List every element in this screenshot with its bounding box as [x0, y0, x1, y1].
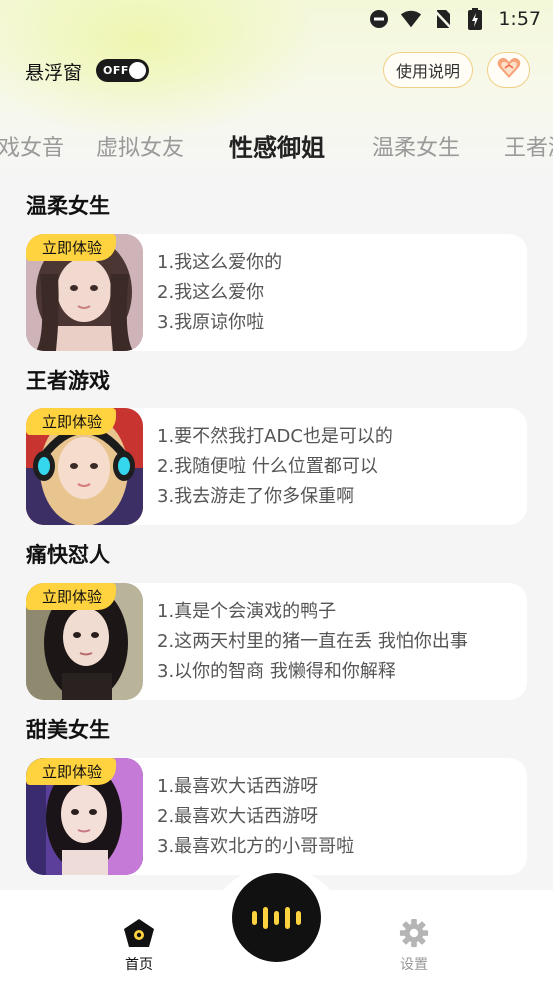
nav-home-label: 首页: [125, 957, 153, 973]
phrase-item[interactable]: 1.最喜欢大话西游呀: [157, 772, 354, 802]
phrase-item[interactable]: 1.真是个会演戏的鸭子: [157, 597, 468, 627]
section-title: 痛快怼人: [26, 543, 110, 567]
phrase-item[interactable]: 2.我这么爱你: [157, 278, 282, 308]
no-sim-icon: [432, 8, 454, 30]
phrase-item[interactable]: 1.我这么爱你的: [157, 248, 282, 278]
phrase-item[interactable]: 2.我随便啦 什么位置都可以: [157, 452, 393, 482]
section-title: 王者游戏: [26, 369, 110, 393]
gear-icon: [398, 918, 430, 952]
voice-pack-card[interactable]: 立即体验 1.我这么爱你的 2.我这么爱你 3.我原谅你啦: [26, 234, 527, 351]
help-button[interactable]: 使用说明: [383, 52, 473, 88]
phrase-item[interactable]: 3.我原谅你啦: [157, 308, 282, 338]
try-now-badge[interactable]: 立即体验: [26, 408, 117, 435]
phrase-item[interactable]: 3.最喜欢北方的小哥哥啦: [157, 832, 354, 862]
tab-gentle-girl[interactable]: 温柔女生: [372, 130, 460, 162]
home-icon: [123, 919, 155, 952]
phrase-list: 1.最喜欢大话西游呀 2.最喜欢大话西游呀 3.最喜欢北方的小哥哥啦: [157, 772, 354, 862]
toggle-state-text: OFF: [103, 64, 129, 77]
section-title: 温柔女生: [26, 194, 110, 218]
waveform-bar: [252, 910, 257, 925]
section-title: 甜美女生: [26, 718, 110, 742]
voice-pack-card[interactable]: 立即体验 1.最喜欢大话西游呀 2.最喜欢大话西游呀 3.最喜欢北方的小哥哥啦: [26, 758, 527, 875]
tab-sexy-lady[interactable]: 性感御姐: [229, 128, 325, 163]
nav-settings-label: 设置: [400, 957, 428, 973]
voice-pack-card[interactable]: 立即体验 1.真是个会演戏的鸭子 2.这两天村里的猪一直在丢 我怕你出事 3.以…: [26, 583, 527, 700]
status-time: 1:57: [498, 8, 541, 30]
waveform-bar: [285, 906, 290, 929]
try-now-badge[interactable]: 立即体验: [26, 583, 117, 610]
waveform-bar: [296, 910, 301, 925]
heart-gift-icon: [497, 57, 521, 83]
toggle-knob: [129, 62, 146, 79]
status-bar: 1:57: [368, 6, 541, 32]
category-tabs: 戏女音 虚拟女友 性感御姐 温柔女生 王者游: [0, 124, 553, 164]
waveform-bar: [263, 906, 268, 929]
voice-record-button[interactable]: [232, 873, 321, 962]
phrase-list: 1.真是个会演戏的鸭子 2.这两天村里的猪一直在丢 我怕你出事 3.以你的智商 …: [157, 597, 468, 687]
phrase-item[interactable]: 2.这两天村里的猪一直在丢 我怕你出事: [157, 627, 468, 657]
phrase-item[interactable]: 3.我去游走了你多保重啊: [157, 482, 393, 512]
try-now-badge[interactable]: 立即体验: [26, 758, 117, 785]
wifi-icon: [400, 8, 422, 30]
phrase-list: 1.要不然我打ADC也是可以的 2.我随便啦 什么位置都可以 3.我去游走了你多…: [157, 422, 393, 512]
nav-home[interactable]: 首页: [115, 918, 163, 974]
tab-voice-girl[interactable]: 戏女音: [0, 130, 64, 162]
float-window-label: 悬浮窗: [25, 62, 83, 84]
waveform-bar: [274, 910, 279, 925]
gift-button[interactable]: [487, 52, 530, 88]
phrase-list: 1.我这么爱你的 2.我这么爱你 3.我原谅你啦: [157, 248, 282, 338]
phrase-item[interactable]: 3.以你的智商 我懒得和你解释: [157, 657, 468, 687]
tab-king-game[interactable]: 王者游: [504, 130, 553, 162]
phrase-item[interactable]: 2.最喜欢大话西游呀: [157, 802, 354, 832]
try-now-badge[interactable]: 立即体验: [26, 234, 117, 261]
nav-settings[interactable]: 设置: [390, 918, 438, 974]
voice-pack-card[interactable]: 立即体验 1.要不然我打ADC也是可以的 2.我随便啦 什么位置都可以 3.我去…: [26, 408, 527, 525]
float-window-toggle[interactable]: OFF: [96, 59, 149, 82]
do-not-disturb-icon: [368, 8, 390, 30]
battery-charging-icon: [464, 8, 486, 30]
phrase-item[interactable]: 1.要不然我打ADC也是可以的: [157, 422, 393, 452]
tab-virtual-girlfriend[interactable]: 虚拟女友: [96, 130, 184, 162]
